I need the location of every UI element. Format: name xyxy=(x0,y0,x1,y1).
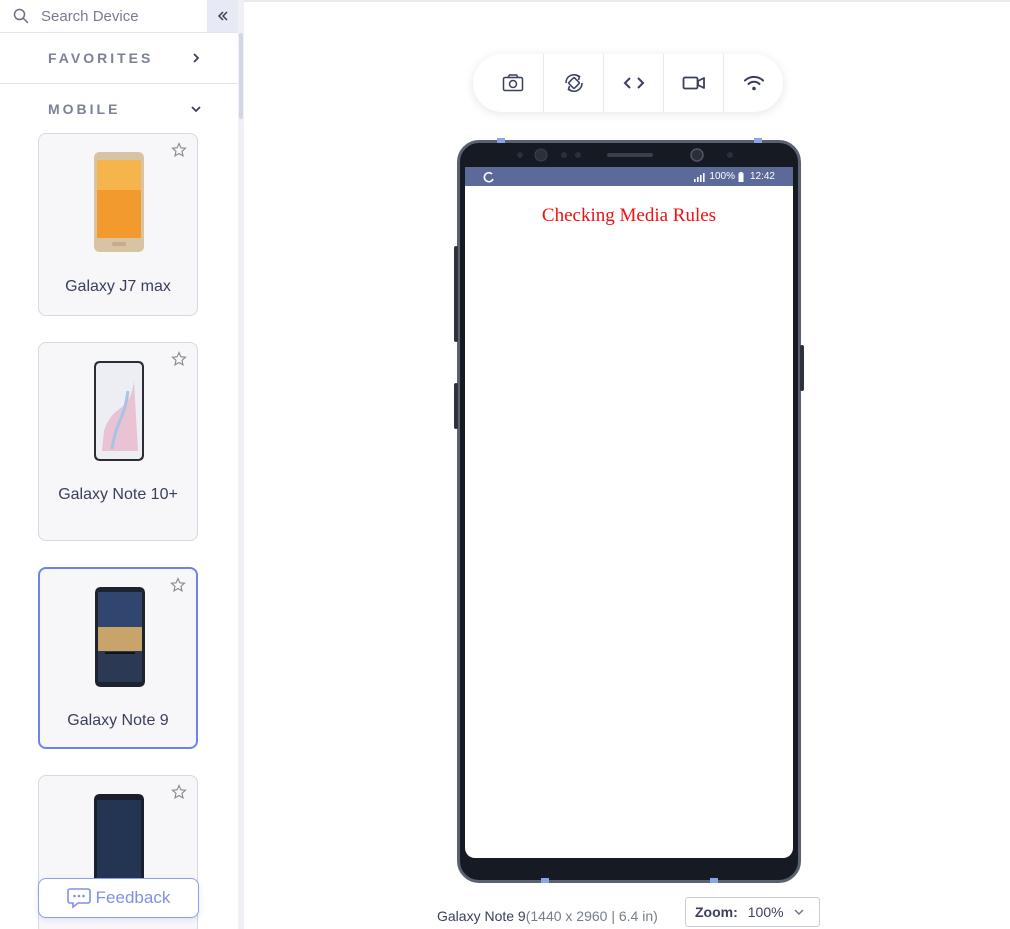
mobile-section-toggle[interactable]: MOBILE xyxy=(0,84,238,134)
record-video-button[interactable] xyxy=(663,54,723,112)
device-info-name: Galaxy Note 9 xyxy=(437,908,526,924)
device-card-galaxy-j7-max[interactable]: Galaxy J7 max xyxy=(38,133,198,316)
phone-status-bar: 100% 12:42 xyxy=(465,167,793,186)
scrollbar-thumb[interactable] xyxy=(239,33,243,119)
favorites-label: FAVORITES xyxy=(48,50,154,66)
top-divider xyxy=(244,0,1010,2)
zoom-label: Zoom: xyxy=(695,904,738,920)
device-toolbar xyxy=(473,54,783,112)
feedback-label: Feedback xyxy=(95,888,171,907)
sync-icon xyxy=(483,171,494,183)
battery-percent: 100% xyxy=(709,171,735,182)
star-icon[interactable] xyxy=(170,577,186,593)
device-info-dimensions: (1440 x 2960 | 6.4 in) xyxy=(525,908,658,924)
frame-handle xyxy=(497,138,505,143)
mobile-label: MOBILE xyxy=(48,101,121,117)
page-heading: Checking Media Rules xyxy=(541,205,717,226)
chevron-right-icon xyxy=(193,53,200,63)
galaxy-note-10-plus-image xyxy=(94,361,144,461)
search-bar xyxy=(0,0,238,33)
network-throttle-button[interactable] xyxy=(723,54,783,112)
rotate-button[interactable] xyxy=(543,54,603,112)
screenshot-button[interactable] xyxy=(473,54,543,112)
chevron-down-icon xyxy=(794,909,804,915)
double-chevron-left-icon xyxy=(217,11,228,21)
galaxy-note-9-image xyxy=(95,587,145,687)
sidebar-scrollbar[interactable] xyxy=(238,0,244,929)
device-card-galaxy-note-9[interactable]: Galaxy Note 9 xyxy=(38,567,198,749)
device-name: Galaxy Note 10+ xyxy=(58,486,178,503)
battery-icon xyxy=(738,171,744,182)
star-icon[interactable] xyxy=(171,142,187,158)
device-info: Galaxy Note 9(1440 x 2960 | 6.4 in) xyxy=(437,908,658,924)
device-sidebar: FAVORITES MOBILE Galaxy J7 max xyxy=(0,0,239,929)
star-icon[interactable] xyxy=(171,351,187,367)
camera-icon xyxy=(502,74,524,92)
search-device-input[interactable] xyxy=(39,6,193,26)
galaxy-j7-max-image xyxy=(94,152,144,252)
zoom-select[interactable]: Zoom: 100% xyxy=(685,897,820,927)
chevron-down-icon xyxy=(191,106,201,113)
wifi-icon xyxy=(743,75,764,91)
frame-handle xyxy=(710,878,718,883)
status-time: 12:42 xyxy=(749,171,775,182)
feedback-button[interactable]: Feedback xyxy=(38,878,199,918)
device-name: Galaxy Note 9 xyxy=(67,712,169,729)
device-card-galaxy-note-10-plus[interactable]: Galaxy Note 10+ xyxy=(38,342,198,541)
power-button xyxy=(800,345,804,391)
favorites-section-toggle[interactable]: FAVORITES xyxy=(0,33,238,84)
star-icon[interactable] xyxy=(171,784,187,800)
code-icon xyxy=(623,77,644,89)
signal-icon xyxy=(694,172,705,182)
video-icon xyxy=(682,76,705,90)
frame-handle xyxy=(754,138,762,143)
device-screen[interactable]: Checking Media Rules xyxy=(465,186,793,858)
bixby-button xyxy=(454,383,458,429)
volume-button xyxy=(454,246,458,342)
devtools-button[interactable] xyxy=(603,54,663,112)
collapse-sidebar-button[interactable] xyxy=(207,0,238,32)
device-frame: 100% 12:42 Checking Media Rules xyxy=(454,140,804,883)
frame-handle xyxy=(541,878,549,883)
chat-bubble-icon xyxy=(66,888,91,909)
zoom-value: 100% xyxy=(747,904,784,920)
device-name: Galaxy J7 max xyxy=(65,278,171,295)
rotate-icon xyxy=(564,73,583,93)
search-icon xyxy=(13,8,29,24)
